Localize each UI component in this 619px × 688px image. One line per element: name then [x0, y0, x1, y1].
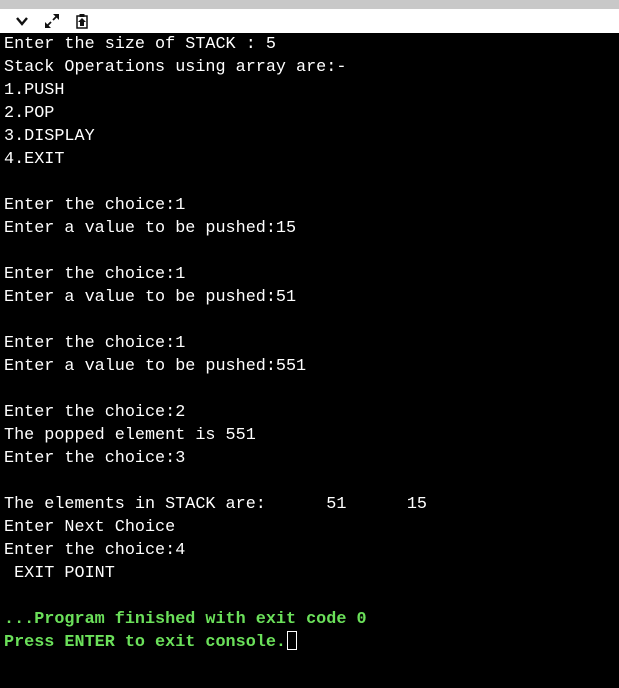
console-line: Enter a value to be pushed:551	[4, 357, 307, 376]
console-line: The elements in STACK are: 51 15	[4, 495, 427, 514]
console-line: Enter the choice:2	[4, 403, 186, 422]
console-line: Enter Next Choice	[4, 518, 176, 537]
console-line: Enter the choice:1	[4, 334, 186, 353]
console-line: Stack Operations using array are:-	[4, 58, 347, 77]
paste-button[interactable]	[70, 9, 94, 33]
console-toolbar	[0, 9, 619, 33]
press-enter-text: Press ENTER to exit console.	[4, 633, 286, 652]
console-line: 3.DISPLAY	[4, 127, 95, 146]
exit-status-line: ...Program finished with exit code 0	[4, 610, 367, 629]
console-line: Enter a value to be pushed:15	[4, 219, 297, 238]
console-line: The popped element is 551	[4, 426, 256, 445]
console-line: Enter the size of STACK : 5	[4, 35, 276, 54]
console-output[interactable]: Enter the size of STACK : 5 Stack Operat…	[0, 33, 619, 688]
console-line: Enter the choice:1	[4, 265, 186, 284]
collapse-button[interactable]	[10, 9, 34, 33]
console-line: Enter the choice:1	[4, 196, 186, 215]
expand-icon	[45, 14, 59, 28]
text-cursor[interactable]	[286, 631, 297, 650]
console-line: Enter a value to be pushed:51	[4, 288, 297, 307]
console-line: 1.PUSH	[4, 81, 65, 100]
expand-button[interactable]	[40, 9, 64, 33]
console-line: 4.EXIT	[4, 150, 65, 169]
console-line: 2.POP	[4, 104, 55, 123]
clipboard-paste-icon	[76, 14, 88, 29]
window-top-strip	[0, 0, 619, 9]
console-line: EXIT POINT	[4, 564, 115, 583]
chevron-down-icon	[16, 17, 28, 26]
console-line: Enter the choice:4	[4, 541, 186, 560]
console-line: Enter the choice:3	[4, 449, 186, 468]
press-enter-line: Press ENTER to exit console.	[4, 631, 297, 654]
